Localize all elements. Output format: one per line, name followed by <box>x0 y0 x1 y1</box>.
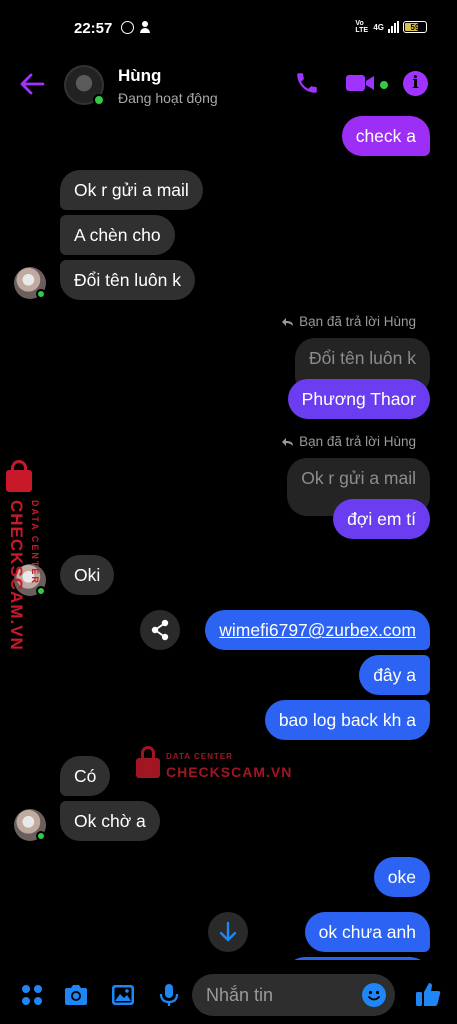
watermark-text: CHECKSCAM.VN <box>166 764 293 780</box>
watermark-subtext: DATA CENTER <box>30 500 40 585</box>
microphone-icon[interactable] <box>156 982 182 1008</box>
battery-level-text: 59 <box>410 22 420 32</box>
gallery-icon[interactable] <box>110 982 136 1008</box>
thumbs-up-icon[interactable] <box>414 980 442 1008</box>
email-link[interactable]: wimefi6797@zurbex.com <box>219 620 416 640</box>
reply-arrow-icon <box>282 317 294 326</box>
watermark-subtext: DATA CENTER <box>166 752 233 761</box>
contact-notification-icon <box>140 21 150 33</box>
battery-icon: 59 <box>403 21 427 33</box>
message-outgoing[interactable]: check a <box>341 116 430 156</box>
watermark-text: CHECKSCAM.VN <box>7 500 26 651</box>
back-arrow-icon[interactable] <box>18 70 46 98</box>
scroll-to-bottom-button[interactable] <box>208 912 248 952</box>
status-bar: 22:57 Vo LTE 4G 59 <box>0 0 457 56</box>
online-indicator <box>36 289 46 299</box>
signal-icon <box>388 21 399 33</box>
messenger-notification-icon <box>121 21 134 34</box>
online-indicator <box>93 94 105 106</box>
message-outgoing-partial[interactable] <box>285 957 430 960</box>
emoji-icon[interactable] <box>362 983 386 1007</box>
video-call-icon[interactable] <box>345 72 375 94</box>
apps-grid-icon[interactable] <box>19 982 45 1008</box>
volte-indicator: Vo LTE <box>355 20 369 34</box>
phone-call-icon[interactable] <box>294 70 320 96</box>
status-time: 22:57 <box>74 20 113 37</box>
info-icon[interactable]: i <box>403 71 428 96</box>
contact-status: Đang hoạt động <box>118 90 218 106</box>
contact-name[interactable]: Hùng <box>118 66 161 86</box>
message-incoming[interactable]: Oki <box>60 555 115 595</box>
online-indicator <box>36 831 46 841</box>
message-composer <box>0 966 457 1024</box>
message-incoming[interactable]: Đổi tên luôn k <box>60 260 196 300</box>
video-active-indicator <box>380 81 388 89</box>
message-outgoing[interactable]: đợi em tí <box>333 499 430 539</box>
message-incoming[interactable]: Ok chờ a <box>60 801 160 841</box>
conversation-header: Hùng Đang hoạt động i <box>0 56 457 112</box>
watermark-center: DATA CENTER CHECKSCAM.VN <box>136 746 306 782</box>
system-icons: Vo LTE 4G 59 <box>355 20 427 34</box>
reply-header: Bạn đã trả lời Hùng <box>282 434 416 449</box>
reply-label: Bạn đã trả lời Hùng <box>299 434 416 449</box>
message-outgoing[interactable]: đây a <box>359 655 430 695</box>
message-outgoing[interactable]: wimefi6797@zurbex.com <box>205 610 430 650</box>
lock-icon <box>136 758 160 778</box>
share-icon <box>151 619 169 641</box>
message-incoming[interactable]: Có <box>60 756 111 796</box>
message-outgoing[interactable]: oke <box>373 857 430 897</box>
reply-label: Bạn đã trả lời Hùng <box>299 314 416 329</box>
camera-icon[interactable] <box>63 982 89 1008</box>
reply-header: Bạn đã trả lời Hùng <box>282 314 416 329</box>
message-outgoing[interactable]: Phương Thaor <box>287 379 430 419</box>
arrow-down-icon <box>219 921 237 942</box>
watermark-vertical: CHECKSCAM.VN DATA CENTER <box>4 460 52 660</box>
message-incoming[interactable]: Ok r gửi a mail <box>60 170 203 210</box>
message-list[interactable]: check a Ok r gửi a mail A chèn cho Đổi t… <box>0 112 457 960</box>
lock-shackle <box>141 746 155 760</box>
notification-icons <box>121 21 150 34</box>
network-type-label: 4G <box>373 22 384 32</box>
lock-shackle <box>11 460 27 476</box>
message-outgoing[interactable]: bao log back kh a <box>264 700 430 740</box>
reply-arrow-icon <box>282 437 294 446</box>
share-button[interactable] <box>140 610 180 650</box>
message-incoming[interactable]: A chèn cho <box>60 215 175 255</box>
message-outgoing[interactable]: ok chưa anh <box>304 912 430 952</box>
emoji-face <box>368 990 380 1001</box>
